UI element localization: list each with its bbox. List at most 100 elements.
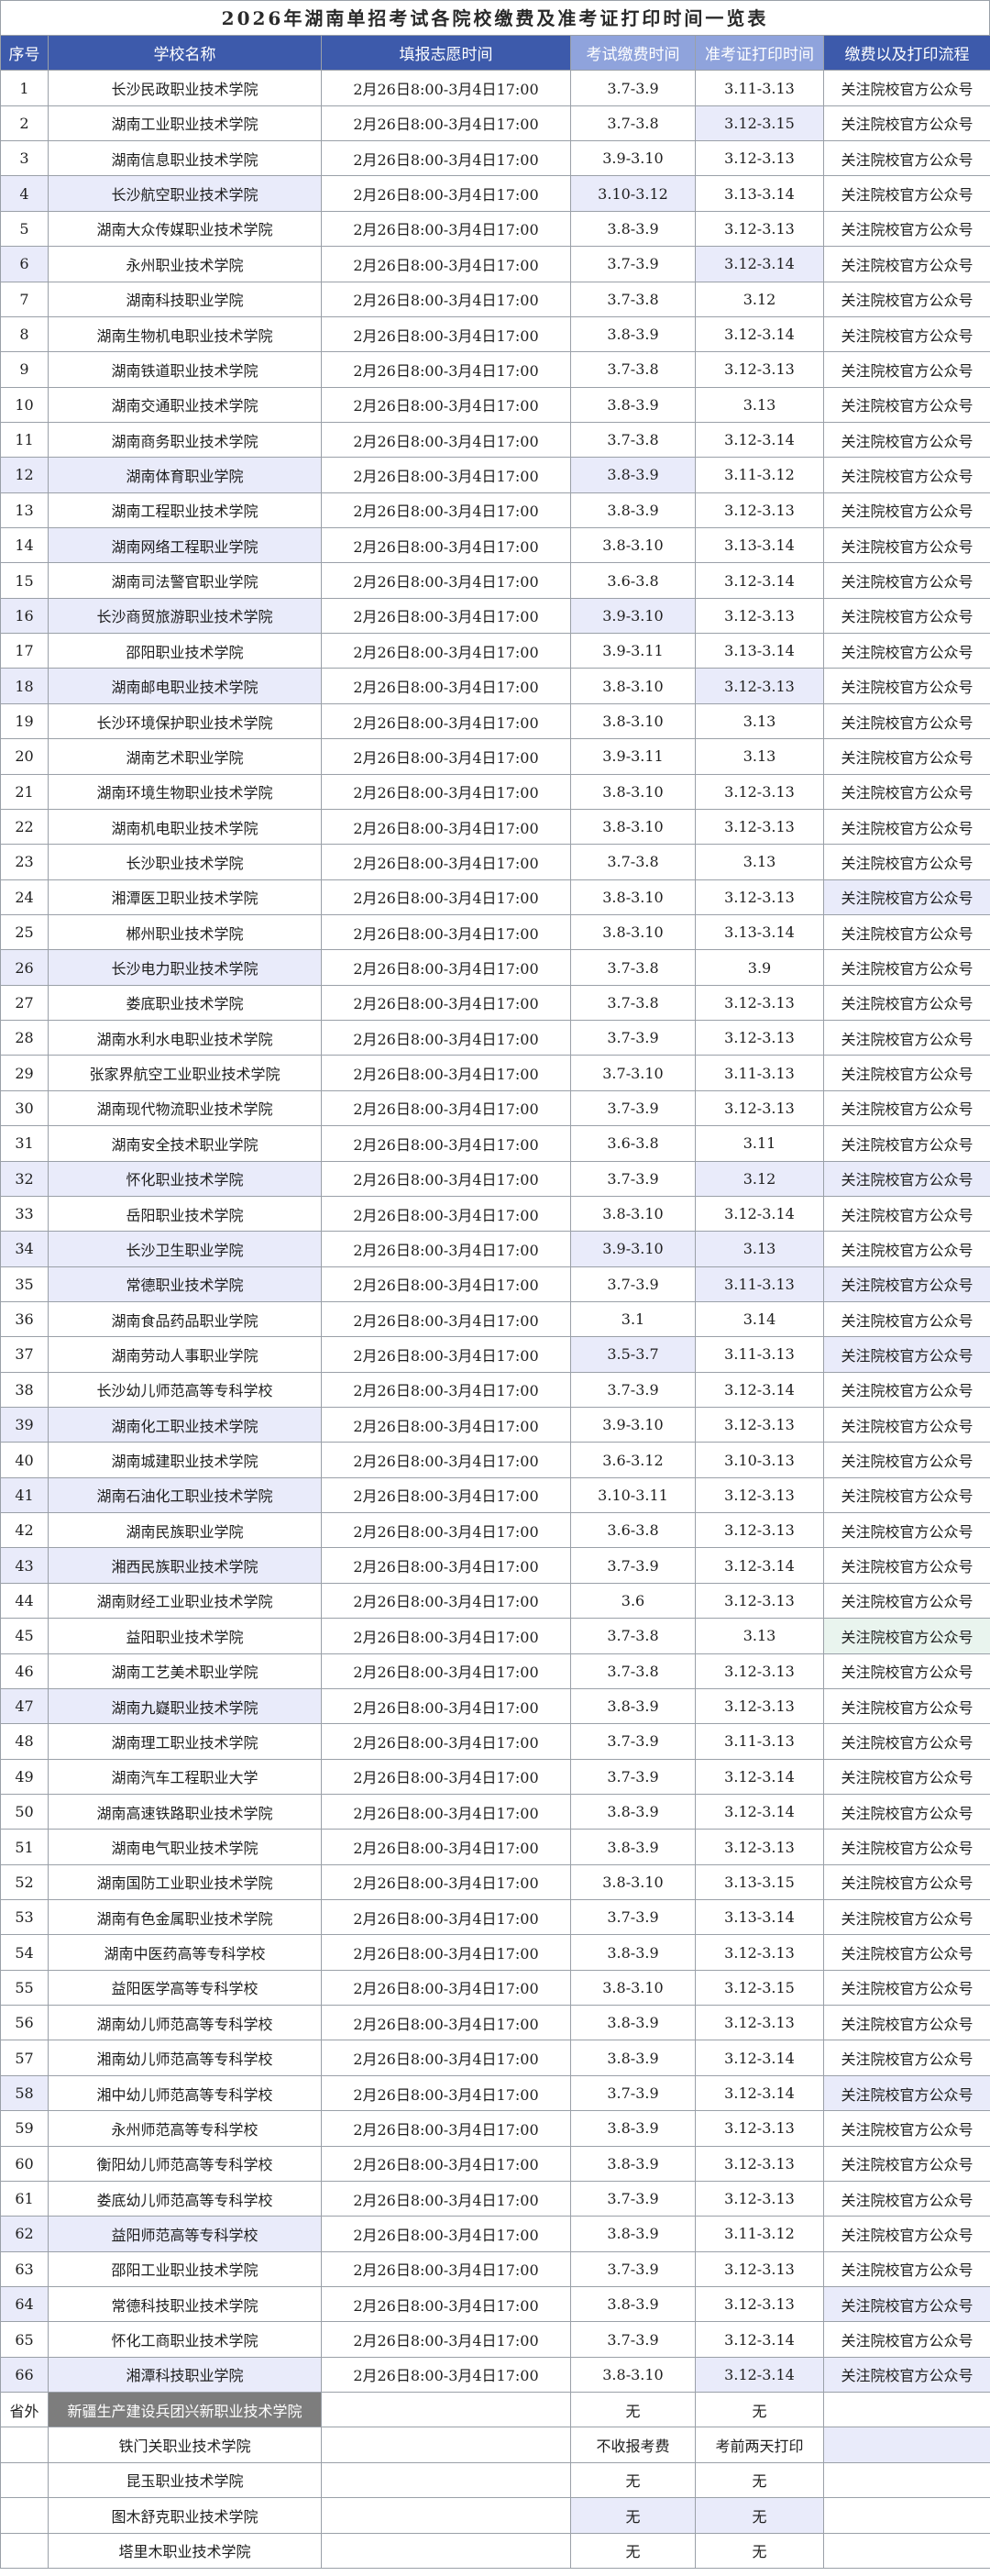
school-name: 湖南邮电职业技术学院 (48, 668, 322, 704)
table-row: 60 衡阳幼儿师范高等专科学校 2月26日8:00-3月4日17:00 3.8-3.9… (0, 2145, 990, 2182)
print-time: 3.12-3.13 (695, 492, 824, 529)
print-time: 3.12-3.13 (695, 2110, 824, 2147)
fill-time: 2月26日8:00-3月4日17:00 (321, 1582, 571, 1620)
fill-time: 2月26日8:00-3月4日17:00 (321, 1687, 571, 1725)
row-number: 21 (0, 773, 49, 810)
process-note: 关注院校官方公众号 (823, 2216, 990, 2252)
school-name: 湖南食品药品职业学院 (48, 1300, 322, 1338)
fill-time (321, 2461, 571, 2499)
row-number: 40 (0, 1442, 49, 1478)
print-time: 3.12-3.15 (695, 105, 824, 142)
fill-time: 2月26日8:00-3月4日17:00 (321, 1618, 571, 1654)
print-time: 3.11 (695, 1125, 824, 1162)
table-row: 23 长沙职业技术学院 2月26日8:00-3月4日17:00 3.7-3.8 3.13… (0, 844, 990, 880)
row-number: 29 (0, 1055, 49, 1091)
school-name: 怀化职业技术学院 (48, 1160, 322, 1197)
fill-time: 2月26日8:00-3月4日17:00 (321, 879, 571, 915)
row-number: 64 (0, 2285, 49, 2323)
process-note: 关注院校官方公众号 (823, 738, 990, 775)
process-note: 关注院校官方公众号 (823, 1547, 990, 1584)
print-time: 无 (695, 2461, 824, 2499)
outside-label: 省外 (0, 2392, 49, 2428)
process-note: 关注院校官方公众号 (823, 1618, 990, 1654)
pay-time: 3.10-3.11 (570, 1476, 696, 1514)
pay-time: 3.7-3.8 (570, 984, 696, 1022)
print-time: 3.12-3.14 (695, 2040, 824, 2076)
print-time: 3.12-3.13 (695, 1020, 824, 1056)
table-row: 66 湘潭科技职业学院 2月26日8:00-3月4日17:00 3.8-3.10 3.1… (0, 2356, 990, 2394)
fill-time: 2月26日8:00-3月4日17:00 (321, 527, 571, 564)
fill-time: 2月26日8:00-3月4日17:00 (321, 246, 571, 282)
table-row: 42 湖南民族职业学院 2月26日8:00-3月4日17:00 3.6-3.8 3.12… (0, 1512, 990, 1549)
print-time: 3.12-3.13 (695, 2250, 824, 2288)
pay-time: 无 (570, 2461, 696, 2499)
school-name: 常德科技职业技术学院 (48, 2285, 322, 2323)
fill-time: 2月26日8:00-3月4日17:00 (321, 2356, 571, 2394)
print-time: 3.12-3.14 (695, 2074, 824, 2112)
table-row: 58 湘中幼儿师范高等专科学校 2月26日8:00-3月4日17:00 3.7-3.9… (0, 2074, 990, 2112)
print-time: 3.13-3.14 (695, 527, 824, 564)
print-time: 3.12-3.14 (695, 315, 824, 353)
print-time: 3.10-3.13 (695, 1442, 824, 1478)
print-time: 无 (695, 2392, 824, 2428)
school-name: 娄底幼儿师范高等专科学校 (48, 2180, 322, 2217)
row-number: 32 (0, 1160, 49, 1197)
fill-time: 2月26日8:00-3月4日17:00 (321, 351, 571, 388)
row-number: 38 (0, 1371, 49, 1409)
pay-time: 3.7-3.9 (570, 1758, 696, 1795)
school-name: 湖南信息职业技术学院 (48, 140, 322, 177)
fill-time: 2月26日8:00-3月4日17:00 (321, 1899, 571, 1936)
school-name: 湖南水利水电职业技术学院 (48, 1020, 322, 1056)
pay-time: 3.7-3.9 (570, 1089, 696, 1127)
row-number: 36 (0, 1300, 49, 1338)
table-row: 12 湖南体育职业学院 2月26日8:00-3月4日17:00 3.8-3.9 3.11… (0, 457, 990, 493)
school-name: 湖南高速铁路职业技术学院 (48, 1793, 322, 1830)
print-time: 无 (695, 2497, 824, 2534)
print-time: 3.11-3.13 (695, 70, 824, 106)
row-number: 60 (0, 2145, 49, 2182)
table-row: 61 娄底幼儿师范高等专科学校 2月26日8:00-3月4日17:00 3.7-3.9… (0, 2180, 990, 2217)
school-name: 湖南化工职业技术学院 (48, 1407, 322, 1443)
school-name: 益阳医学高等专科学校 (48, 1969, 322, 2007)
fill-time: 2月26日8:00-3月4日17:00 (321, 984, 571, 1022)
process-note: 关注院校官方公众号 (823, 492, 990, 529)
pay-time: 3.8-3.9 (570, 1829, 696, 1865)
pay-time: 3.9-3.10 (570, 1231, 696, 1267)
table-row: 6 永州职业技术学院 2月26日8:00-3月4日17:00 3.7-3.9 3.12-… (0, 246, 990, 282)
print-time: 3.13-3.14 (695, 1899, 824, 1936)
school-name: 图木舒克职业技术学院 (48, 2497, 322, 2534)
print-time: 3.12-3.14 (695, 2356, 824, 2394)
table-row: 29 张家界航空工业职业技术学院 2月26日8:00-3月4日17:00 3.7-3.… (0, 1055, 990, 1091)
pay-time: 3.7-3.9 (570, 246, 696, 282)
process-note: 关注院校官方公众号 (823, 1793, 990, 1830)
fill-time: 2月26日8:00-3月4日17:00 (321, 1793, 571, 1830)
process-note: 关注院校官方公众号 (823, 702, 990, 740)
row-number: 63 (0, 2250, 49, 2288)
pay-time: 3.9-3.10 (570, 1407, 696, 1443)
print-time: 3.12 (695, 1160, 824, 1197)
table-row: 8 湖南生物机电职业技术学院 2月26日8:00-3月4日17:00 3.8-3.9 3… (0, 315, 990, 353)
table-row: 27 娄底职业技术学院 2月26日8:00-3月4日17:00 3.7-3.8 3.12… (0, 984, 990, 1022)
process-note: 关注院校官方公众号 (823, 949, 990, 986)
table-row: 32 怀化职业技术学院 2月26日8:00-3月4日17:00 3.7-3.9 3.12… (0, 1160, 990, 1197)
process-note: 关注院校官方公众号 (823, 773, 990, 810)
print-time: 3.11-3.13 (695, 1266, 824, 1302)
process-note: 关注院校官方公众号 (823, 1899, 990, 1936)
pay-time: 3.7-3.9 (570, 2250, 696, 2288)
row-number: 48 (0, 1723, 49, 1760)
fill-time: 2月26日8:00-3月4日17:00 (321, 315, 571, 353)
school-name: 益阳职业技术学院 (48, 1618, 322, 1654)
fill-time: 2月26日8:00-3月4日17:00 (321, 2321, 571, 2358)
pay-time: 3.9-3.11 (570, 738, 696, 775)
school-name: 湖南九嶷职业技术学院 (48, 1687, 322, 1725)
fill-time: 2月26日8:00-3月4日17:00 (321, 2250, 571, 2288)
print-time: 3.12-3.13 (695, 1934, 824, 1971)
pay-time: 3.8-3.9 (570, 1934, 696, 1971)
table-row: 5 湖南大众传媒职业技术学院 2月26日8:00-3月4日17:00 3.8-3.9 3… (0, 210, 990, 248)
process-note: 关注院校官方公众号 (823, 1512, 990, 1549)
pay-time: 3.7-3.8 (570, 421, 696, 459)
fill-time: 2月26日8:00-3月4日17:00 (321, 1723, 571, 1760)
process-note: 关注院校官方公众号 (823, 2180, 990, 2217)
print-time: 3.13 (695, 844, 824, 880)
pay-time: 3.8-3.10 (570, 1195, 696, 1233)
